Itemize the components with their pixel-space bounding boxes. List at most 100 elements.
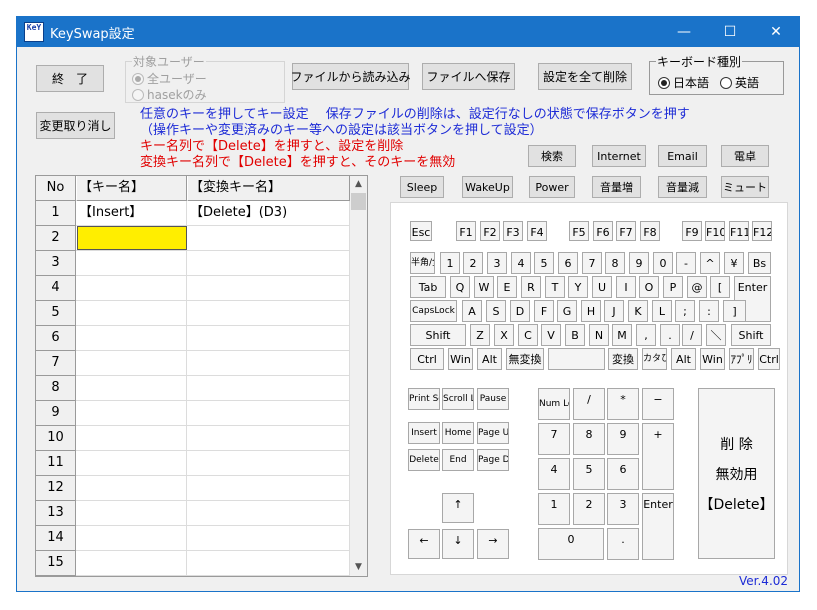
table-row[interactable]: 8: [36, 376, 350, 401]
table-row[interactable]: 15: [36, 551, 350, 576]
key-bottom-4[interactable]: [548, 348, 605, 370]
numpad-key-0[interactable]: Num Lock: [538, 388, 570, 420]
special-key-button-0[interactable]: 検索: [528, 145, 576, 167]
mapped-key-cell[interactable]: [188, 476, 350, 500]
key-caps-3[interactable]: D: [510, 300, 530, 322]
key-numrow-7[interactable]: 7: [582, 252, 602, 274]
scroll-up-arrow[interactable]: ▲: [350, 176, 367, 193]
grid-scrollbar[interactable]: ▲ ▼: [350, 176, 367, 576]
numpad-key-8[interactable]: 4: [538, 458, 570, 490]
key-f11[interactable]: F11: [729, 221, 749, 241]
key-shift-5[interactable]: B: [565, 324, 585, 346]
table-row[interactable]: 11: [36, 451, 350, 476]
key-tab-10[interactable]: P: [663, 276, 683, 298]
key-name-cell[interactable]: [77, 301, 187, 325]
mapped-key-cell[interactable]: [188, 426, 350, 450]
key-caps-10[interactable]: ;: [675, 300, 695, 322]
minimize-button[interactable]: —: [661, 17, 707, 47]
radio-english[interactable]: 英語: [720, 74, 759, 91]
key-tab-9[interactable]: O: [639, 276, 659, 298]
key-shift-6[interactable]: N: [589, 324, 609, 346]
key-caps-2[interactable]: S: [486, 300, 506, 322]
key-shift-0[interactable]: Shift: [410, 324, 466, 346]
table-row[interactable]: 7: [36, 351, 350, 376]
special-key-button-2[interactable]: Email: [658, 145, 707, 167]
load-file-button[interactable]: ファイルから読み込み: [291, 63, 411, 90]
key-bottom-5[interactable]: 変換: [608, 348, 638, 370]
mapped-key-cell[interactable]: [188, 276, 350, 300]
key-f7[interactable]: F7: [616, 221, 636, 241]
table-row[interactable]: 13: [36, 501, 350, 526]
key-tab-0[interactable]: Tab: [410, 276, 446, 298]
table-row[interactable]: 1 【Insert】 【Delete】(D3): [36, 201, 350, 226]
key-caps-7[interactable]: J: [604, 300, 624, 322]
key-nav-8[interactable]: Page Down: [477, 449, 509, 471]
key-bottom-6[interactable]: カタひら: [642, 348, 667, 370]
key-bottom-2[interactable]: Alt: [477, 348, 502, 370]
key-name-cell[interactable]: [77, 276, 187, 300]
key-f8[interactable]: F8: [640, 221, 660, 241]
special-key-button-3[interactable]: 電卓: [721, 145, 769, 167]
mapped-key-cell[interactable]: [188, 251, 350, 275]
key-f10[interactable]: F10: [705, 221, 725, 241]
key-mapping-grid[interactable]: No 【キー名】 【変換キー名】 1 【Insert】 【Delete】(D3) 2 3…: [35, 175, 368, 577]
key-shift-3[interactable]: C: [518, 324, 538, 346]
key-numrow-5[interactable]: 5: [534, 252, 554, 274]
arrow-right-key[interactable]: →: [477, 529, 509, 559]
key-name-cell[interactable]: [77, 401, 187, 425]
title-bar[interactable]: KeY KeySwap設定 — ☐ ✕: [17, 17, 799, 47]
arrow-left-key[interactable]: ←: [408, 529, 440, 559]
table-row[interactable]: 2: [36, 226, 350, 251]
key-f1[interactable]: F1: [456, 221, 476, 241]
key-numrow-14[interactable]: Bs: [748, 252, 771, 274]
scroll-down-arrow[interactable]: ▼: [350, 559, 367, 576]
arrow-down-key[interactable]: ↓: [442, 529, 474, 559]
numpad-key-4[interactable]: 7: [538, 423, 570, 455]
undo-changes-button[interactable]: 変更取り消し: [36, 112, 115, 139]
key-tab-6[interactable]: Y: [568, 276, 588, 298]
key-bottom-0[interactable]: Ctrl: [410, 348, 444, 370]
key-f5[interactable]: F5: [569, 221, 589, 241]
key-nav-4[interactable]: Home: [442, 422, 474, 444]
key-f3[interactable]: F3: [503, 221, 523, 241]
exit-button[interactable]: 終 了: [36, 65, 104, 92]
delete-all-button[interactable]: 設定を全て削除: [538, 63, 632, 90]
mapped-key-cell[interactable]: [188, 551, 350, 575]
key-shift-2[interactable]: X: [494, 324, 514, 346]
key-caps-5[interactable]: G: [557, 300, 577, 322]
key-shift-9[interactable]: .: [660, 324, 680, 346]
key-caps-1[interactable]: A: [462, 300, 482, 322]
table-row[interactable]: 6: [36, 326, 350, 351]
radio-hasek-only[interactable]: hasekのみ: [132, 86, 207, 103]
key-nav-5[interactable]: Page Up: [477, 422, 509, 444]
radio-all-users[interactable]: 全ユーザー: [132, 70, 207, 87]
numpad-key-3[interactable]: −: [642, 388, 674, 420]
key-name-cell[interactable]: [77, 376, 187, 400]
key-numrow-8[interactable]: 8: [605, 252, 625, 274]
key-shift-11[interactable]: ＼: [706, 324, 726, 346]
key-f6[interactable]: F6: [593, 221, 613, 241]
close-button[interactable]: ✕: [753, 17, 799, 47]
key-name-cell[interactable]: [77, 226, 187, 250]
special-key-button-9[interactable]: ミュート: [721, 176, 769, 198]
numpad-key-10[interactable]: 6: [607, 458, 639, 490]
table-row[interactable]: 14: [36, 526, 350, 551]
key-numrow-0[interactable]: 半角/全角: [410, 252, 435, 274]
numpad-key-12[interactable]: 2: [573, 493, 605, 525]
special-key-button-8[interactable]: 音量減: [658, 176, 707, 198]
key-caps-11[interactable]: :: [699, 300, 719, 322]
key-shift-12[interactable]: Shift: [731, 324, 771, 346]
table-row[interactable]: 3: [36, 251, 350, 276]
special-key-button-1[interactable]: Internet: [592, 145, 646, 167]
key-nav-0[interactable]: Print Scrn: [408, 388, 440, 410]
radio-japanese[interactable]: 日本語: [658, 74, 709, 91]
key-tab-5[interactable]: T: [545, 276, 565, 298]
special-key-button-5[interactable]: WakeUp: [462, 176, 513, 198]
key-name-cell[interactable]: [77, 326, 187, 350]
key-name-cell[interactable]: [77, 426, 187, 450]
key-numrow-10[interactable]: 0: [653, 252, 673, 274]
special-key-button-4[interactable]: Sleep: [400, 176, 444, 198]
key-nav-2[interactable]: Pause: [477, 388, 509, 410]
key-numrow-6[interactable]: 6: [558, 252, 578, 274]
mapped-key-cell[interactable]: [188, 501, 350, 525]
